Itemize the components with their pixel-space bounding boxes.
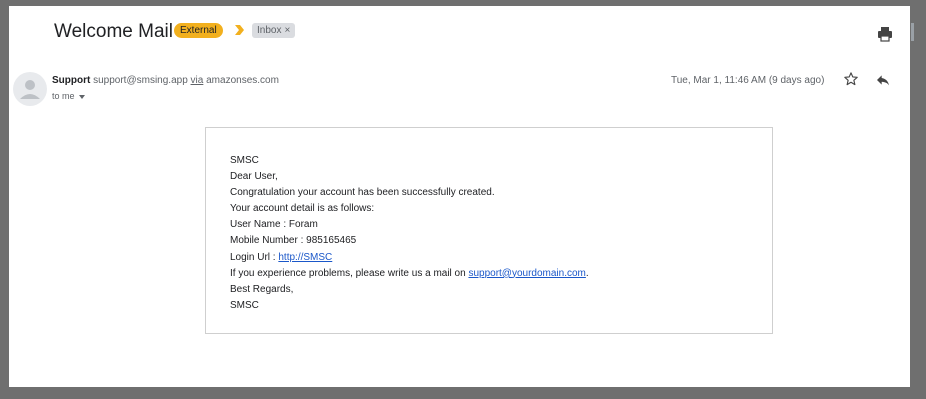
label-inbox-text: Inbox (257, 25, 282, 36)
sender-name[interactable]: Support (52, 75, 90, 86)
sender-address: support@smsing.app (93, 75, 188, 86)
body-line-3: Congratulation your account has been suc… (230, 187, 495, 199)
email-subject: Welcome Mail (54, 21, 173, 42)
body-line-5: User Name : Foram (230, 219, 318, 231)
body-line-6: Mobile Number : 985165465 (230, 235, 357, 247)
label-inbox-remove-button[interactable]: × (284, 25, 290, 36)
login-url-link[interactable]: http://SMSC (278, 252, 332, 263)
via-link[interactable]: via (191, 75, 204, 86)
label-arrow-icon (235, 25, 244, 35)
body-line-4: Your account detail is as follows: (230, 203, 375, 215)
body-line-9: Best Regards, (230, 283, 294, 295)
recipient-details-toggle[interactable]: to me (52, 91, 85, 101)
reply-icon[interactable] (875, 72, 891, 88)
message-body: SMSC Dear User, Congratulation your acco… (230, 153, 589, 314)
print-icon[interactable] (877, 26, 893, 42)
via-domain: amazonses.com (206, 75, 279, 86)
email-window: Welcome Mail External Inbox × Support sup… (0, 0, 926, 399)
label-inbox[interactable]: Inbox × (252, 23, 296, 38)
support-text: If you experience problems, please write… (230, 267, 469, 279)
body-line-8: If you experience problems, please write… (230, 266, 589, 282)
chevron-down-icon (78, 94, 85, 99)
login-url-prefix: Login Url : (230, 251, 279, 263)
avatar-icon (13, 72, 47, 106)
body-line-10: SMSC (230, 299, 259, 311)
star-icon[interactable] (843, 71, 859, 87)
support-text-end: . (585, 267, 589, 279)
body-line-2: Dear User, (230, 171, 278, 183)
body-line-7: Login Url : http://SMSC (230, 250, 589, 266)
more-icon[interactable] (911, 23, 914, 41)
support-email-link[interactable]: support@yourdomain.com (468, 268, 585, 279)
label-external[interactable]: External (174, 23, 223, 38)
email-date: Tue, Mar 1, 11:46 AM (9 days ago) (671, 75, 825, 86)
sender-line: Support support@smsing.app via amazonses… (52, 75, 279, 86)
body-line-1: SMSC (230, 155, 259, 166)
to-line: to me (52, 91, 75, 101)
